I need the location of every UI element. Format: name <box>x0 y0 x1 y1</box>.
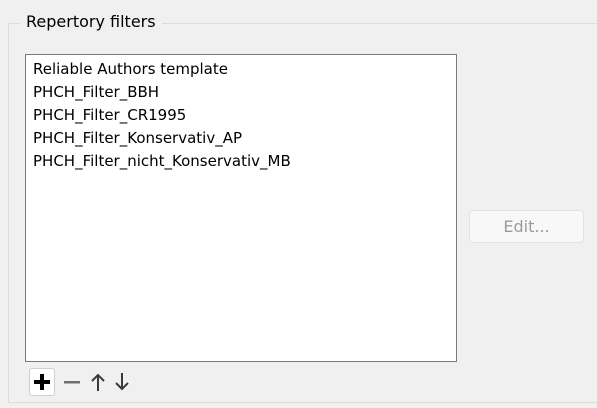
plus-icon <box>34 374 50 390</box>
add-button[interactable] <box>29 368 55 396</box>
list-item[interactable]: PHCH_Filter_BBH <box>26 81 456 104</box>
minus-icon <box>64 381 80 384</box>
edit-button[interactable]: Edit... <box>469 210 584 243</box>
arrow-up-icon <box>91 373 105 391</box>
move-up-button[interactable] <box>85 368 111 396</box>
remove-button[interactable] <box>59 368 85 396</box>
filters-listbox[interactable]: Reliable Authors template PHCH_Filter_BB… <box>25 54 457 362</box>
list-item[interactable]: PHCH_Filter_Konservativ_AP <box>26 127 456 150</box>
list-item[interactable]: Reliable Authors template <box>26 58 456 81</box>
list-item[interactable]: PHCH_Filter_CR1995 <box>26 104 456 127</box>
list-item[interactable]: PHCH_Filter_nicht_Konservativ_MB <box>26 150 456 173</box>
move-down-button[interactable] <box>109 368 135 396</box>
group-title: Repertory filters <box>20 11 162 33</box>
arrow-down-icon <box>115 373 129 391</box>
